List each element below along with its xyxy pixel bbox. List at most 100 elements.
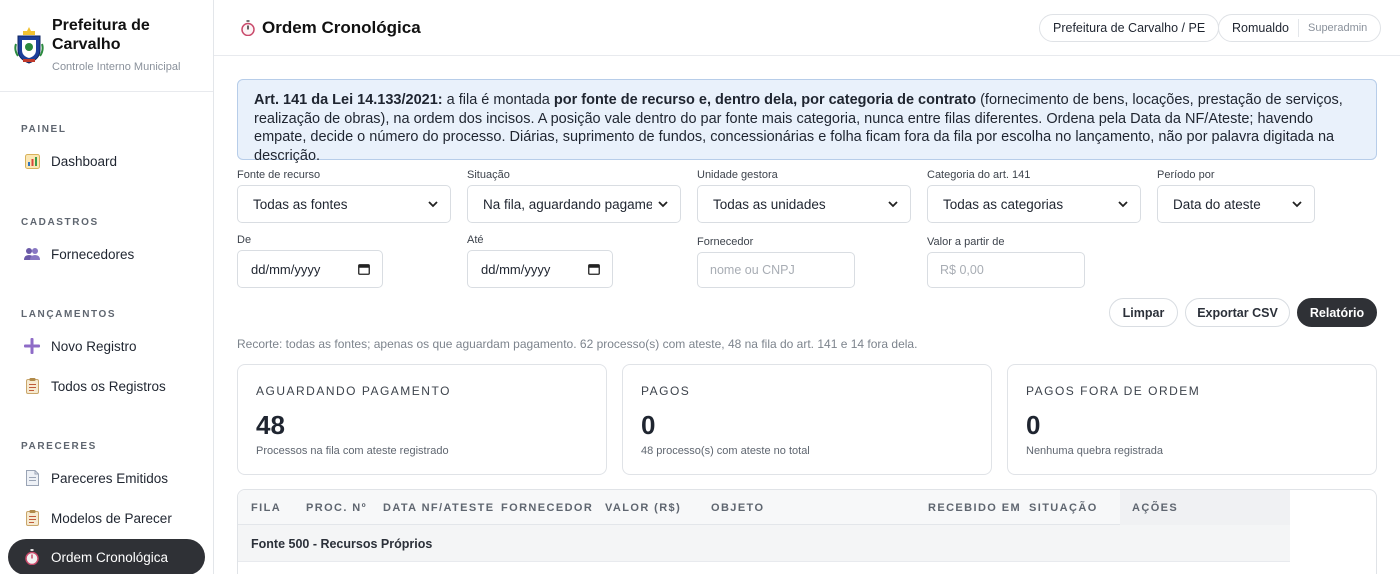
filter-label-unidade: Unidade gestora [697,169,778,181]
sidebar-item-label: Dashboard [51,153,118,169]
section-label-lancamentos: LANÇAMENTOS [21,309,117,320]
filter-label-fornecedor: Fornecedor [697,236,754,248]
stat-card-aguardando: AGUARDANDO PAGAMENTO 48 Processos na fil… [237,364,607,475]
stat-card-label: AGUARDANDO PAGAMENTO [256,384,451,398]
sidebar-item-label: Pareceres Emitidos [51,470,169,486]
column-header-valor[interactable]: VALOR (R$) [605,502,681,514]
filter-summary: Recorte: todas as fontes; apenas os que … [237,337,918,351]
filter-label-valor: Valor a partir de [927,236,1005,248]
sidebar: Prefeitura de Carvalho Controle Interno … [0,0,214,574]
situacao-select[interactable]: Na fila, aguardando pagamento [467,185,681,223]
user-name: Romualdo [1232,21,1289,35]
sidebar-item-ordem-cronologica[interactable]: Ordem Cronológica [8,539,205,574]
sidebar-item-label: Modelos de Parecer [51,510,172,526]
fornecedor-placeholder: nome ou CNPJ [710,263,795,277]
page-title: Ordem Cronológica [262,18,421,37]
unidade-select[interactable]: Todas as unidades [697,185,911,223]
bar-chart-icon [24,153,40,169]
clipboard-icon [24,378,40,394]
stat-card-value: 48 [256,410,285,440]
section-label-cadastros: CADASTROS [21,217,99,228]
export-csv-button[interactable]: Exportar CSV [1185,298,1290,327]
info-emphasis: por fonte de recurso e, dentro dela, por… [553,92,977,108]
table-header: FILA PROC. Nº DATA NF/ATESTE FORNECEDOR … [238,490,1290,525]
brand-title: Prefeitura de Carvalho [52,17,150,53]
document-icon [24,470,40,486]
clipboard-icon [24,510,40,526]
city-crest-logo [14,27,44,64]
column-header-data[interactable]: DATA NF/ATESTE [383,502,494,514]
report-button[interactable]: Relatório [1297,298,1377,327]
stat-card-subtitle: Nenhuma quebra registrada [1026,445,1163,457]
unidade-select-value: Todas as unidades [713,196,826,212]
sidebar-item-modelos-parecer[interactable]: Modelos de Parecer [8,500,205,536]
brand-subtitle: Controle Interno Municipal [52,61,181,73]
categoria-select[interactable]: Todas as categorias [927,185,1141,223]
stat-card-value: 0 [1026,410,1041,440]
fonte-select-value: Todas as fontes [253,196,348,212]
categoria-select-value: Todas as categorias [943,196,1064,212]
plus-icon [24,338,40,354]
stat-card-label: PAGOS [641,384,691,398]
table-group-row: Fonte 500 - Recursos Próprios [238,525,1290,562]
periodo-select[interactable]: Data do ateste [1157,185,1315,223]
valor-placeholder: R$ 0,00 [940,263,984,277]
date-from-input[interactable]: dd/mm/yyyy [237,250,383,288]
fornecedor-input[interactable]: nome ou CNPJ [697,252,855,288]
sidebar-item-label: Ordem Cronológica [51,549,169,565]
stopwatch-icon [24,549,40,565]
chevron-down-icon [1118,201,1128,208]
stat-card-subtitle: 48 processo(s) com ateste no total [641,445,810,457]
organization-selector[interactable]: Prefeitura de Carvalho / PE [1039,14,1220,42]
date-to-value: dd/mm/yyyy [481,261,551,277]
sidebar-item-todos-registros[interactable]: Todos os Registros [8,368,205,404]
chevron-down-icon [1292,201,1302,208]
calendar-icon[interactable] [588,263,600,275]
section-label-pareceres: PARECERES [21,441,97,452]
situacao-select-value: Na fila, aguardando pagamento [483,196,652,212]
filter-label-periodo: Período por [1157,169,1215,181]
date-from-value: dd/mm/yyyy [251,261,321,277]
calendar-icon[interactable] [358,263,370,275]
column-header-fila[interactable]: FILA [251,502,281,514]
stat-card-label: PAGOS FORA DE ORDEM [1026,384,1201,398]
sidebar-item-dashboard[interactable]: Dashboard [8,143,205,179]
filter-label-ate: Até [467,234,484,246]
column-header-proc[interactable]: PROC. Nº [306,502,367,514]
chevron-down-icon [658,201,668,208]
users-icon [24,246,40,262]
column-header-recebido[interactable]: RECEBIDO EM [928,502,1021,514]
column-header-objeto[interactable]: OBJETO [711,502,764,514]
queue-table: FILA PROC. Nº DATA NF/ATESTE FORNECEDOR … [237,489,1377,574]
filter-label-situacao: Situação [467,169,510,181]
limpar-button[interactable]: Limpar [1109,298,1178,327]
sidebar-item-label: Fornecedores [51,246,135,262]
column-header-fornecedor[interactable]: FORNECEDOR [501,502,593,514]
user-menu[interactable]: Romualdo Superadmin [1218,14,1382,42]
sidebar-item-pareceres-emitidos[interactable]: Pareceres Emitidos [8,460,205,496]
sidebar-item-novo-registro[interactable]: Novo Registro [8,328,205,364]
table-group-label: Fonte 500 - Recursos Próprios [251,537,433,551]
sidebar-item-label: Novo Registro [51,338,137,354]
section-label-painel: PAINEL [21,124,67,135]
column-header-situacao[interactable]: SITUAÇÃO [1029,502,1098,514]
stat-card-subtitle: Processos na fila com ateste registrado [256,445,449,457]
valor-input[interactable]: R$ 0,00 [927,252,1085,288]
legal-info-box: Art. 141 da Lei 14.133/2021: a fila é mo… [237,79,1377,164]
user-role-badge: Superadmin [1297,19,1380,37]
date-to-input[interactable]: dd/mm/yyyy [467,250,613,288]
filter-label-categoria: Categoria do art. 141 [927,169,1031,181]
sidebar-item-fornecedores[interactable]: Fornecedores [8,236,205,272]
chevron-down-icon [428,201,438,208]
column-header-acoes: AÇÕES [1132,502,1179,514]
stat-card-pagos: PAGOS 0 48 processo(s) com ateste no tot… [622,364,992,475]
stat-card-value: 0 [641,410,656,440]
info-text: a fila é montada [442,92,554,108]
sidebar-item-label: Todos os Registros [51,378,166,394]
fonte-select[interactable]: Todas as fontes [237,185,451,223]
brand: Prefeitura de Carvalho Controle Interno … [0,0,213,92]
chevron-down-icon [888,201,898,208]
periodo-select-value: Data do ateste [1173,196,1261,212]
filter-label-de: De [237,234,252,246]
top-bar: Ordem Cronológica Prefeitura de Carvalho… [214,0,1400,56]
